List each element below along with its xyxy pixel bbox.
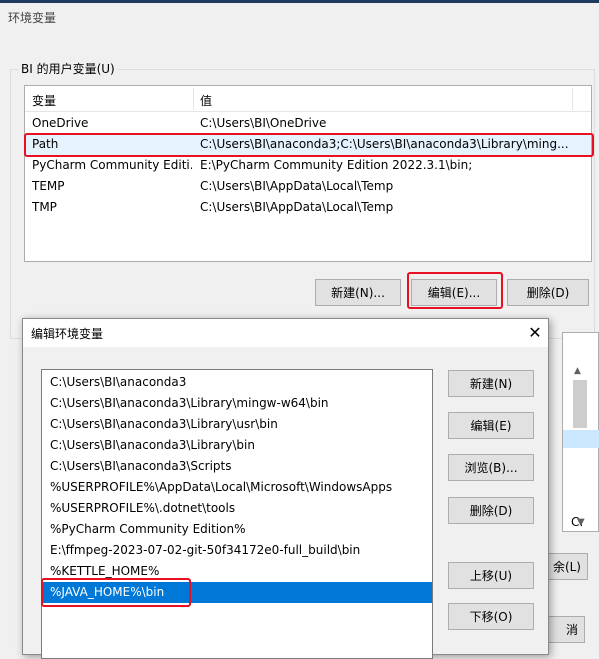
java-home-highlight <box>41 578 191 607</box>
row-name: OneDrive <box>32 116 89 130</box>
dialog-new-button[interactable]: 新建(N) <box>448 370 534 397</box>
list-item-text: %USERPROFILE%\.dotnet\tools <box>50 501 236 515</box>
move-up-button[interactable]: 上移(U) <box>448 562 534 589</box>
close-icon[interactable]: ✕ <box>523 321 547 345</box>
list-header: 变量 值 <box>25 86 591 112</box>
list-item[interactable]: E:\ffmpeg-2023-07-02-git-50f34172e0-full… <box>42 540 432 561</box>
row-name: TEMP <box>32 179 65 193</box>
row-value: C:\Users\BI\OneDrive <box>200 116 327 130</box>
user-new-button[interactable]: 新建(N)... <box>315 279 401 306</box>
column-separator[interactable] <box>193 88 194 110</box>
dialog-delete-button[interactable]: 删除(D) <box>448 497 534 524</box>
row-value: C:\Users\BI\AppData\Local\Temp <box>200 200 394 214</box>
table-row[interactable]: TMP C:\Users\BI\AppData\Local\Temp <box>25 197 591 218</box>
scrollbar-thumb[interactable] <box>573 380 587 428</box>
path-row-highlight <box>24 133 594 157</box>
system-vars-selected-row <box>563 430 599 448</box>
row-name: TMP <box>32 200 57 214</box>
taskbar-strip <box>0 0 599 3</box>
list-item[interactable]: C:\Users\BI\anaconda3 <box>42 372 432 393</box>
list-item[interactable]: %USERPROFILE%\AppData\Local\Microsoft\Wi… <box>42 477 432 498</box>
list-item[interactable]: %PyCharm Community Edition% <box>42 519 432 540</box>
scroll-up-icon[interactable]: ▲ <box>574 366 581 376</box>
list-item-text: %KETTLE_HOME% <box>50 564 160 578</box>
table-row[interactable]: PyCharm Community Editi... E:\PyCharm Co… <box>25 155 591 176</box>
move-down-button[interactable]: 下移(O) <box>448 603 534 630</box>
edit-button-highlight <box>407 272 503 309</box>
list-item[interactable]: C:\Users\BI\anaconda3\Library\usr\bin <box>42 414 432 435</box>
user-vars-group-label: BI 的用户变量(U) <box>18 60 118 77</box>
row-name: PyCharm Community Editi... <box>32 158 192 172</box>
path-entries-list[interactable]: C:\Users\BI\anaconda3 C:\Users\BI\anacon… <box>41 369 433 659</box>
column-separator[interactable] <box>572 88 573 110</box>
list-item-text: C:\Users\BI\anaconda3\Library\mingw-w64\… <box>50 396 329 410</box>
dialog-browse-button[interactable]: 浏览(B)... <box>448 454 534 481</box>
table-row[interactable]: OneDrive C:\Users\BI\OneDrive <box>25 113 591 134</box>
list-item[interactable]: C:\Users\BI\anaconda3\Library\bin <box>42 435 432 456</box>
list-item-text: C:\Users\BI\anaconda3\Library\bin <box>50 438 255 452</box>
window-title: 环境变量 <box>8 11 57 25</box>
list-item-text: C:\Users\BI\anaconda3\Library\usr\bin <box>50 417 278 431</box>
list-item-text: C:\Users\BI\anaconda3\Scripts <box>50 459 232 473</box>
row-value: C:\Users\BI\AppData\Local\Temp <box>200 179 394 193</box>
list-item[interactable]: C:\Users\BI\anaconda3\Library\mingw-w64\… <box>42 393 432 414</box>
list-item[interactable]: C:\Users\BI\anaconda3\Scripts <box>42 456 432 477</box>
list-item[interactable]: %USERPROFILE%\.dotnet\tools <box>42 498 432 519</box>
user-vars-list[interactable]: 变量 值 OneDrive C:\Users\BI\OneDrive Path … <box>24 85 592 262</box>
dialog-edit-button[interactable]: 编辑(E) <box>448 412 534 439</box>
column-header-name[interactable]: 变量 <box>32 92 56 109</box>
list-item-text: E:\ffmpeg-2023-07-02-git-50f34172e0-full… <box>50 543 361 557</box>
row-value: E:\PyCharm Community Edition 2022.3.1\bi… <box>200 158 473 172</box>
list-item-text: C:\Users\BI\anaconda3 <box>50 375 187 389</box>
user-delete-button[interactable]: 删除(D) <box>507 279 589 306</box>
scroll-down-icon[interactable]: ▼ <box>577 517 585 528</box>
column-header-value[interactable]: 值 <box>200 92 212 109</box>
dialog-titlebar[interactable]: 编辑环境变量 ✕ <box>23 319 548 347</box>
list-item-text: %USERPROFILE%\AppData\Local\Microsoft\Wi… <box>50 480 393 494</box>
table-row[interactable]: TEMP C:\Users\BI\AppData\Local\Temp <box>25 176 591 197</box>
edit-env-dialog: 编辑环境变量 ✕ C:\Users\BI\anaconda3 C:\Users\… <box>22 318 549 659</box>
dialog-title: 编辑环境变量 <box>31 327 104 341</box>
list-item-text: %PyCharm Community Edition% <box>50 522 246 536</box>
